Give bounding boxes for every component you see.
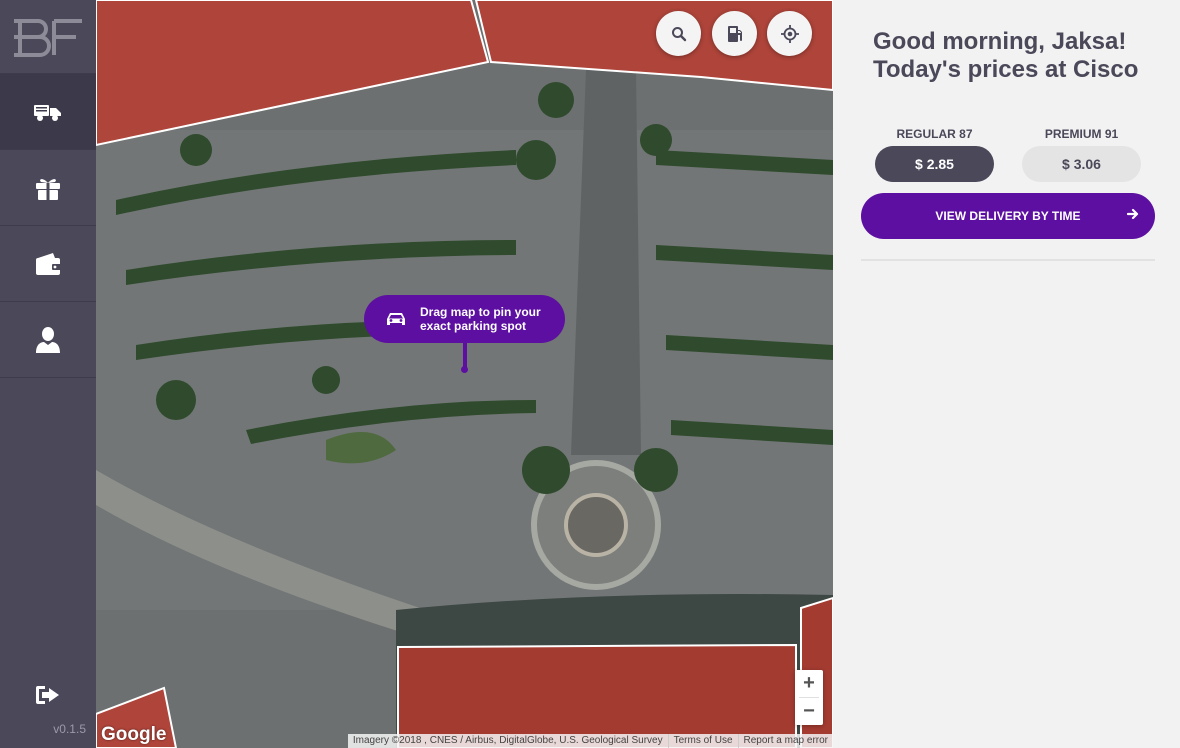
greeting-line: Good morning, Jaksa!	[873, 28, 1127, 55]
map-view[interactable]: Drag map to pin your exact parking spot …	[96, 0, 833, 748]
map-locate-button[interactable]	[767, 11, 812, 56]
sidebar: v0.1.5	[0, 0, 96, 748]
fuel-price-button[interactable]: $ 2.85	[875, 146, 994, 182]
terms-link[interactable]: Terms of Use	[667, 734, 738, 748]
app-logo[interactable]	[0, 0, 96, 74]
prices-panel: Good morning, Jaksa! Today's prices at C…	[833, 0, 1180, 748]
sidebar-item-profile[interactable]	[0, 302, 96, 378]
greeting: Good morning, Jaksa! Today's prices at C…	[873, 28, 1138, 84]
locate-icon	[780, 24, 799, 43]
map-fuel-button[interactable]	[712, 11, 757, 56]
tooltip-text: Drag map to pin your exact parking spot	[420, 305, 541, 333]
map-attribution: Imagery ©2018 , CNES / Airbus, DigitalGl…	[347, 734, 833, 748]
greeting-subtitle: Today's prices at Cisco	[873, 56, 1139, 83]
view-delivery-button[interactable]: VIEW DELIVERY BY TIME	[861, 193, 1155, 239]
sidebar-item-delivery[interactable]	[0, 74, 96, 150]
map-search-button[interactable]	[656, 11, 701, 56]
pin-stem	[463, 343, 467, 368]
pin-dot	[461, 366, 468, 373]
car-icon	[387, 313, 405, 325]
arrow-right-icon	[1127, 208, 1139, 220]
zoom-out-button[interactable]: −	[795, 698, 823, 725]
panel-divider	[861, 259, 1155, 261]
fuel-option-regular: REGULAR 87 $ 2.85	[875, 127, 994, 182]
fuel-label: PREMIUM 91	[1044, 127, 1119, 141]
fuel-pump-icon	[727, 25, 742, 42]
sidebar-item-wallet[interactable]	[0, 226, 96, 302]
fuel-option-premium: PREMIUM 91 $ 3.06	[1022, 127, 1141, 182]
satellite-map-imagery	[96, 0, 833, 748]
user-icon	[36, 326, 60, 353]
truck-icon	[34, 104, 61, 121]
fuel-price-button[interactable]: $ 3.06	[1022, 146, 1141, 182]
bf-logo-icon	[14, 18, 82, 57]
google-logo: Google	[101, 724, 167, 745]
gift-icon	[36, 178, 60, 200]
parking-pin-tooltip: Drag map to pin your exact parking spot	[364, 295, 565, 343]
zoom-control: + −	[795, 670, 823, 725]
fuel-label: REGULAR 87	[896, 127, 973, 141]
app-version: v0.1.5	[53, 722, 86, 736]
report-error-link[interactable]: Report a map error	[737, 734, 833, 748]
view-delivery-label: VIEW DELIVERY BY TIME	[935, 209, 1081, 223]
wallet-icon	[36, 252, 61, 275]
logout-icon	[36, 686, 59, 704]
zoom-in-button[interactable]: +	[795, 670, 823, 697]
logout-button[interactable]	[0, 680, 96, 710]
imagery-credit: Imagery ©2018 , CNES / Airbus, DigitalGl…	[352, 735, 663, 746]
search-icon	[671, 26, 686, 41]
sidebar-item-rewards[interactable]	[0, 150, 96, 226]
